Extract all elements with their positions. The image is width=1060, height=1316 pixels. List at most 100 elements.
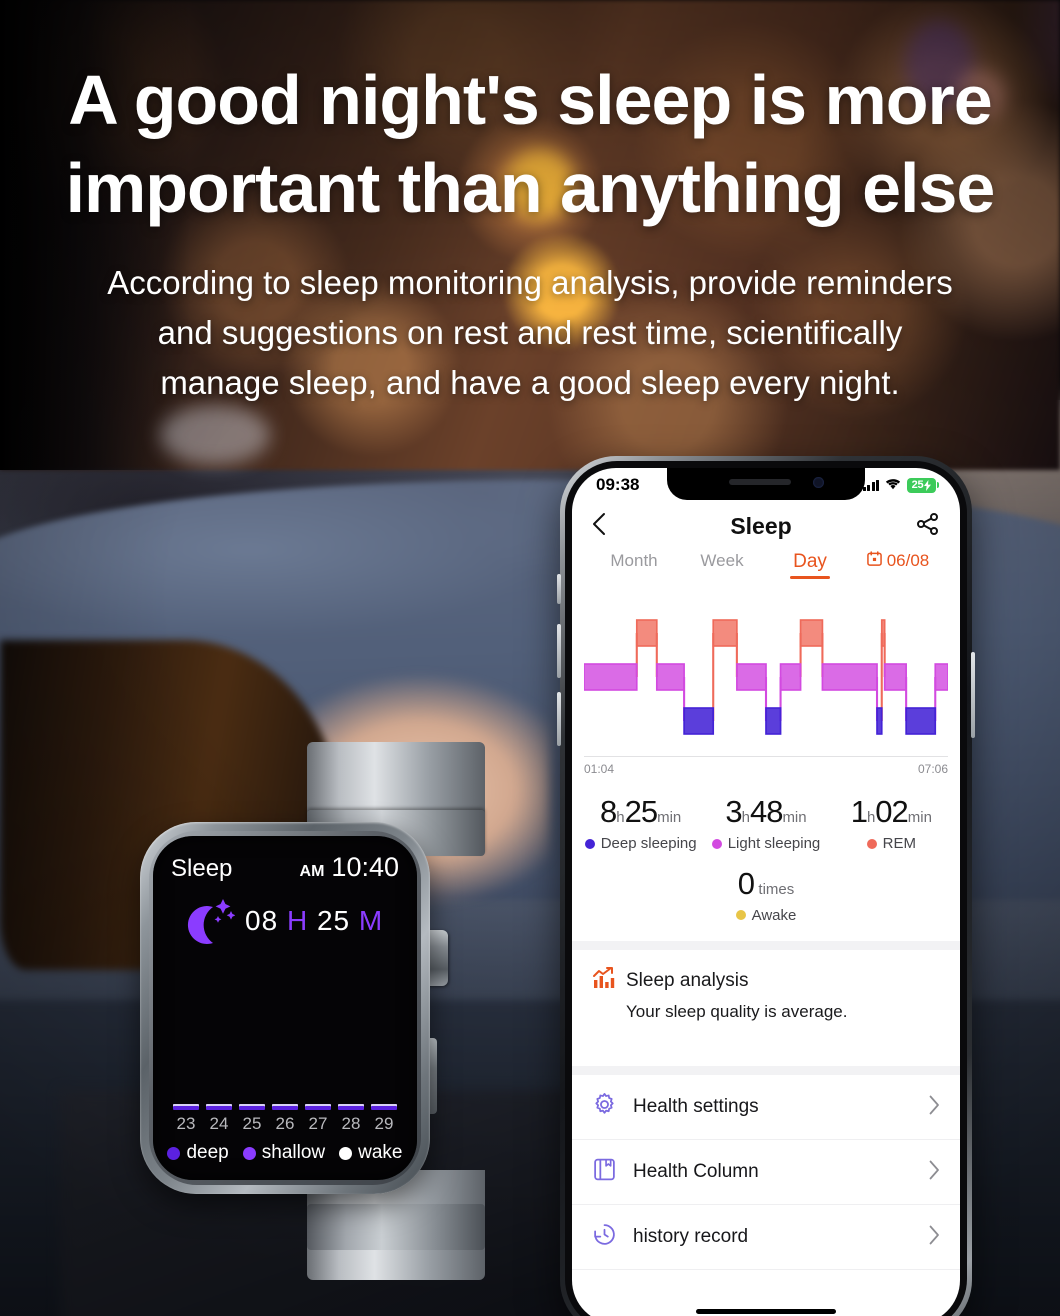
watch-day-label: 27: [308, 1114, 328, 1133]
status-bar-left: 09:38: [596, 475, 639, 495]
legend-dot: [711, 838, 722, 849]
analysis-title: Sleep analysis: [626, 969, 749, 991]
stat-legend: Awake: [735, 907, 796, 924]
history-clock-icon: [592, 1222, 617, 1252]
list-item-health-settings[interactable]: Health settings: [572, 1075, 960, 1140]
stat-minutes: 25: [624, 794, 658, 829]
back-chevron-icon[interactable]: [592, 512, 606, 541]
watch-title: Sleep: [171, 855, 233, 882]
smartwatch: Sleep AM 10:40 08 H 25 M 23 24 25 26 27 …: [122, 742, 485, 1280]
watch-hours: 08: [245, 905, 279, 936]
watch-time: 10:40: [331, 852, 399, 882]
stat-hours-unit: h: [616, 809, 625, 826]
tab-month[interactable]: Month: [590, 551, 678, 577]
stat-hours-unit: h: [741, 809, 750, 826]
list-item-history-record[interactable]: history record: [572, 1205, 960, 1270]
wifi-icon: [884, 475, 902, 495]
chart-segment-deep-sleeping: [765, 707, 782, 735]
share-icon[interactable]: [916, 512, 940, 541]
page-title: A good night's sleep is more important t…: [20, 56, 1040, 232]
stat-awake: 0 times Awake: [572, 854, 960, 942]
hero-subtext: According to sleep monitoring analysis, …: [20, 258, 1040, 408]
stat-minutes-unit: min: [907, 809, 932, 826]
watch-day-label: 25: [242, 1114, 262, 1133]
stat-hours: 3: [725, 794, 742, 829]
watch-clock: AM 10:40: [300, 852, 399, 883]
status-time: 09:38: [596, 475, 640, 494]
awake-unit: times: [758, 880, 795, 898]
legend-dot: [866, 838, 877, 849]
watch-day-bar: [338, 1104, 364, 1110]
watch-day-bar: [239, 1104, 265, 1110]
subtext-line-3: manage sleep, and have a good sleep ever…: [160, 364, 900, 401]
watch-screen[interactable]: Sleep AM 10:40 08 H 25 M 23 24 25 26 27 …: [153, 836, 417, 1180]
watch-day-bar: [206, 1104, 232, 1110]
stat-minutes: 48: [749, 794, 783, 829]
stat-legend: REM: [866, 835, 916, 852]
chart-segment-deep-sleeping: [905, 707, 937, 735]
list-item-health-column[interactable]: Health Column: [572, 1140, 960, 1205]
watch-legend-item: shallow: [242, 1142, 326, 1164]
front-camera: [813, 477, 824, 488]
stat-legend-label: Light sleeping: [727, 835, 821, 852]
stat-minutes-unit: min: [782, 809, 807, 826]
tab-day[interactable]: Day: [766, 551, 854, 579]
calendar-icon: [866, 551, 882, 571]
watch-legend: deep shallow wake: [153, 1142, 417, 1164]
chart-segment-light-sleeping: [821, 663, 878, 691]
chart-segment-light-sleeping: [736, 663, 767, 691]
moon-stars-icon: [179, 895, 236, 947]
battery-icon: 25: [907, 477, 939, 493]
phone-power-button[interactable]: [971, 652, 975, 738]
analysis-detail: Your sleep quality is average.: [626, 1002, 848, 1021]
stat-hours: 1: [850, 794, 868, 829]
date-picker[interactable]: 06/08: [854, 551, 942, 577]
chart-segment-deep-sleeping: [876, 707, 883, 735]
watch-minutes: 25: [316, 905, 351, 936]
headline-line-2: important than anything else: [65, 149, 996, 227]
watch-band-bottom-link: [307, 1204, 485, 1250]
phone-notch: [667, 468, 865, 500]
phone-mute-switch[interactable]: [557, 574, 561, 604]
subtext-line-2: and suggestions on rest and rest time, s…: [157, 314, 903, 351]
home-indicator[interactable]: [696, 1309, 836, 1314]
phone-volume-up-button[interactable]: [557, 624, 561, 678]
watch-day-label: 28: [341, 1114, 361, 1133]
legend-label: shallow: [261, 1142, 326, 1163]
watch-day-bar: [173, 1104, 199, 1110]
watch-week-chart: 23 24 25 26 27 28 29 deep shallow wake: [153, 1104, 417, 1164]
sleep-analysis-card[interactable]: Sleep analysis Your sleep quality is ave…: [572, 950, 960, 1066]
stat-value: 1h02min: [829, 794, 954, 830]
watch-header: Sleep AM 10:40: [153, 836, 417, 883]
sleep-stage-chart[interactable]: [572, 579, 960, 750]
legend-dot: [242, 1146, 256, 1160]
chevron-right-icon: [929, 1160, 940, 1184]
chart-segment-light-sleeping: [583, 663, 638, 691]
stat-rem: 1h02min REM: [829, 794, 954, 854]
period-tabs: Month Week Day 06/08: [572, 543, 960, 579]
watch-day-bar: [272, 1104, 298, 1110]
analysis-header: Sleep analysis: [592, 966, 940, 995]
watch-minutes-unit: M: [358, 905, 384, 936]
watch-day-bar: [305, 1104, 331, 1110]
phone-volume-down-button[interactable]: [557, 692, 561, 746]
chart-segment-light-sleeping: [655, 663, 685, 691]
chart-segment-rem: [635, 619, 658, 647]
legend-dot: [735, 910, 746, 920]
hero-copy: A good night's sleep is more important t…: [0, 0, 1060, 408]
watch-legend-item: wake: [339, 1142, 403, 1164]
chart-trend-icon: [592, 966, 616, 995]
chart-segment-light-sleeping: [779, 663, 802, 691]
date-label: 06/08: [886, 551, 930, 570]
gear-icon: [592, 1092, 617, 1122]
stat-legend: Deep sleeping: [584, 835, 697, 852]
chevron-right-icon: [929, 1095, 940, 1119]
smartphone: 09:38 25 Sleep Month Week Day 06/08 01:0…: [557, 456, 975, 1316]
stat-value: 3h48min: [703, 794, 828, 830]
stat-light-sleeping: 3h48min Light sleeping: [703, 794, 828, 854]
watch-sleep-duration: 08 H 25 M: [245, 905, 383, 937]
list-item-label: Health settings: [633, 1096, 759, 1117]
tab-week[interactable]: Week: [678, 551, 766, 577]
status-bar-right: 25: [862, 475, 939, 495]
stat-legend-label: REM: [882, 835, 916, 852]
